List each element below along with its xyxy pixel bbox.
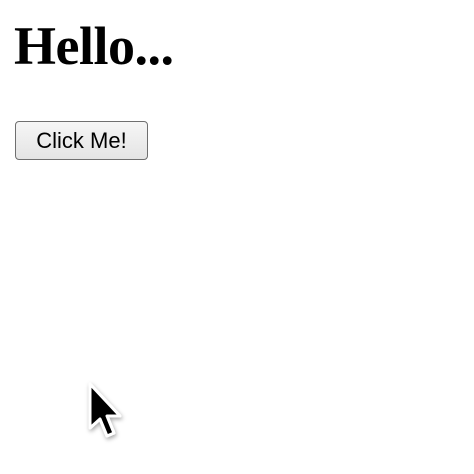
page-heading: Hello... bbox=[14, 16, 174, 76]
click-me-button[interactable]: Click Me! bbox=[15, 121, 148, 160]
mouse-pointer-icon bbox=[88, 382, 122, 438]
page: Hello... Click Me! bbox=[0, 0, 474, 474]
